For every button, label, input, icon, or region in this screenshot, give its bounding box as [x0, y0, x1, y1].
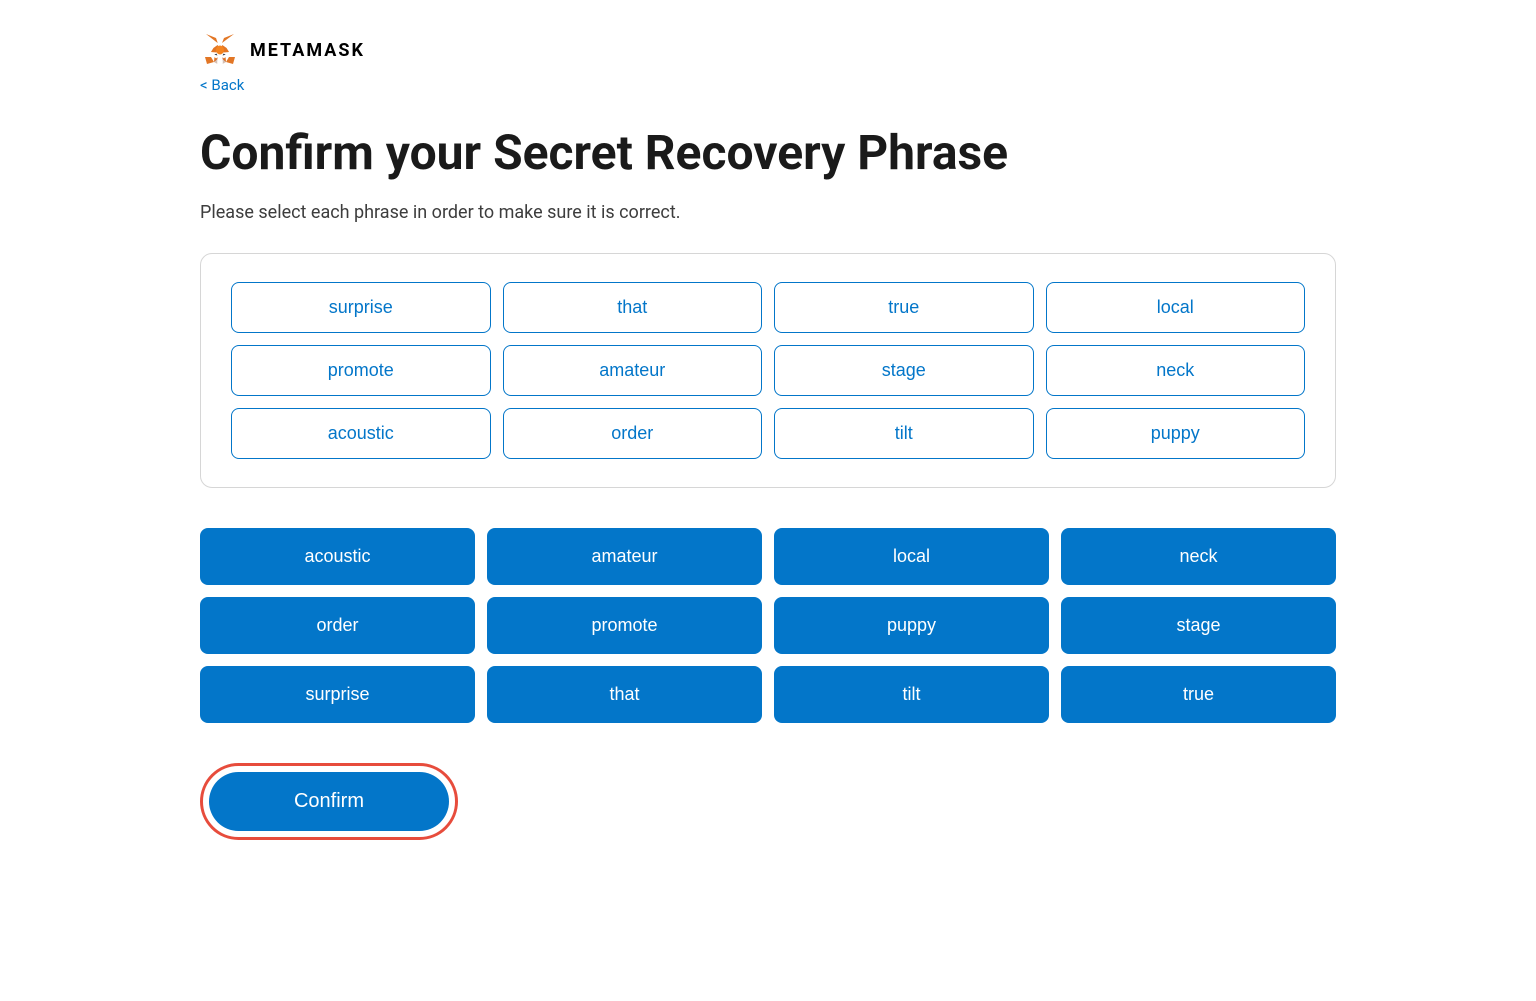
metamask-logo-icon [200, 30, 240, 70]
drop-zone-chip[interactable]: tilt [774, 408, 1034, 459]
drop-zone-chip[interactable]: neck [1046, 345, 1306, 396]
drop-zone-chip[interactable]: puppy [1046, 408, 1306, 459]
drop-zone-chip[interactable]: local [1046, 282, 1306, 333]
word-bank-chip[interactable]: local [774, 528, 1049, 585]
word-bank-chip[interactable]: tilt [774, 666, 1049, 723]
word-bank-chip[interactable]: promote [487, 597, 762, 654]
confirm-button-wrapper: Confirm [200, 763, 458, 840]
drop-zone-chip[interactable]: promote [231, 345, 491, 396]
confirm-button[interactable]: Confirm [209, 772, 449, 831]
word-bank-chip[interactable]: puppy [774, 597, 1049, 654]
drop-zone-chip[interactable]: surprise [231, 282, 491, 333]
drop-zone-chip[interactable]: true [774, 282, 1034, 333]
word-bank-chip[interactable]: true [1061, 666, 1336, 723]
logo-row: METAMASK [200, 30, 365, 70]
word-bank-chip[interactable]: that [487, 666, 762, 723]
phrase-drop-zone: surprisethattruelocal promoteamateurstage… [200, 253, 1336, 488]
word-bank-chip[interactable]: stage [1061, 597, 1336, 654]
logo-text: METAMASK [250, 40, 365, 61]
page-subtitle: Please select each phrase in order to ma… [200, 202, 1336, 223]
word-bank-chip[interactable]: acoustic [200, 528, 475, 585]
word-bank-chip[interactable]: order [200, 597, 475, 654]
header: METAMASK < Back [200, 30, 1336, 94]
drop-zone-chip[interactable]: amateur [503, 345, 763, 396]
drop-zone-chip[interactable]: stage [774, 345, 1034, 396]
drop-zone-chip[interactable]: that [503, 282, 763, 333]
page-title: Confirm your Secret Recovery Phrase [200, 124, 1336, 182]
back-link[interactable]: < Back [200, 76, 244, 94]
drop-zone-chip[interactable]: order [503, 408, 763, 459]
word-bank-chip[interactable]: amateur [487, 528, 762, 585]
word-bank-chip[interactable]: surprise [200, 666, 475, 723]
phrase-grid: surprisethattruelocal promoteamateurstage… [231, 282, 1305, 459]
word-bank-chip[interactable]: neck [1061, 528, 1336, 585]
word-bank: acousticamateurlocalneck orderpromotepupp… [200, 528, 1336, 723]
drop-zone-chip[interactable]: acoustic [231, 408, 491, 459]
